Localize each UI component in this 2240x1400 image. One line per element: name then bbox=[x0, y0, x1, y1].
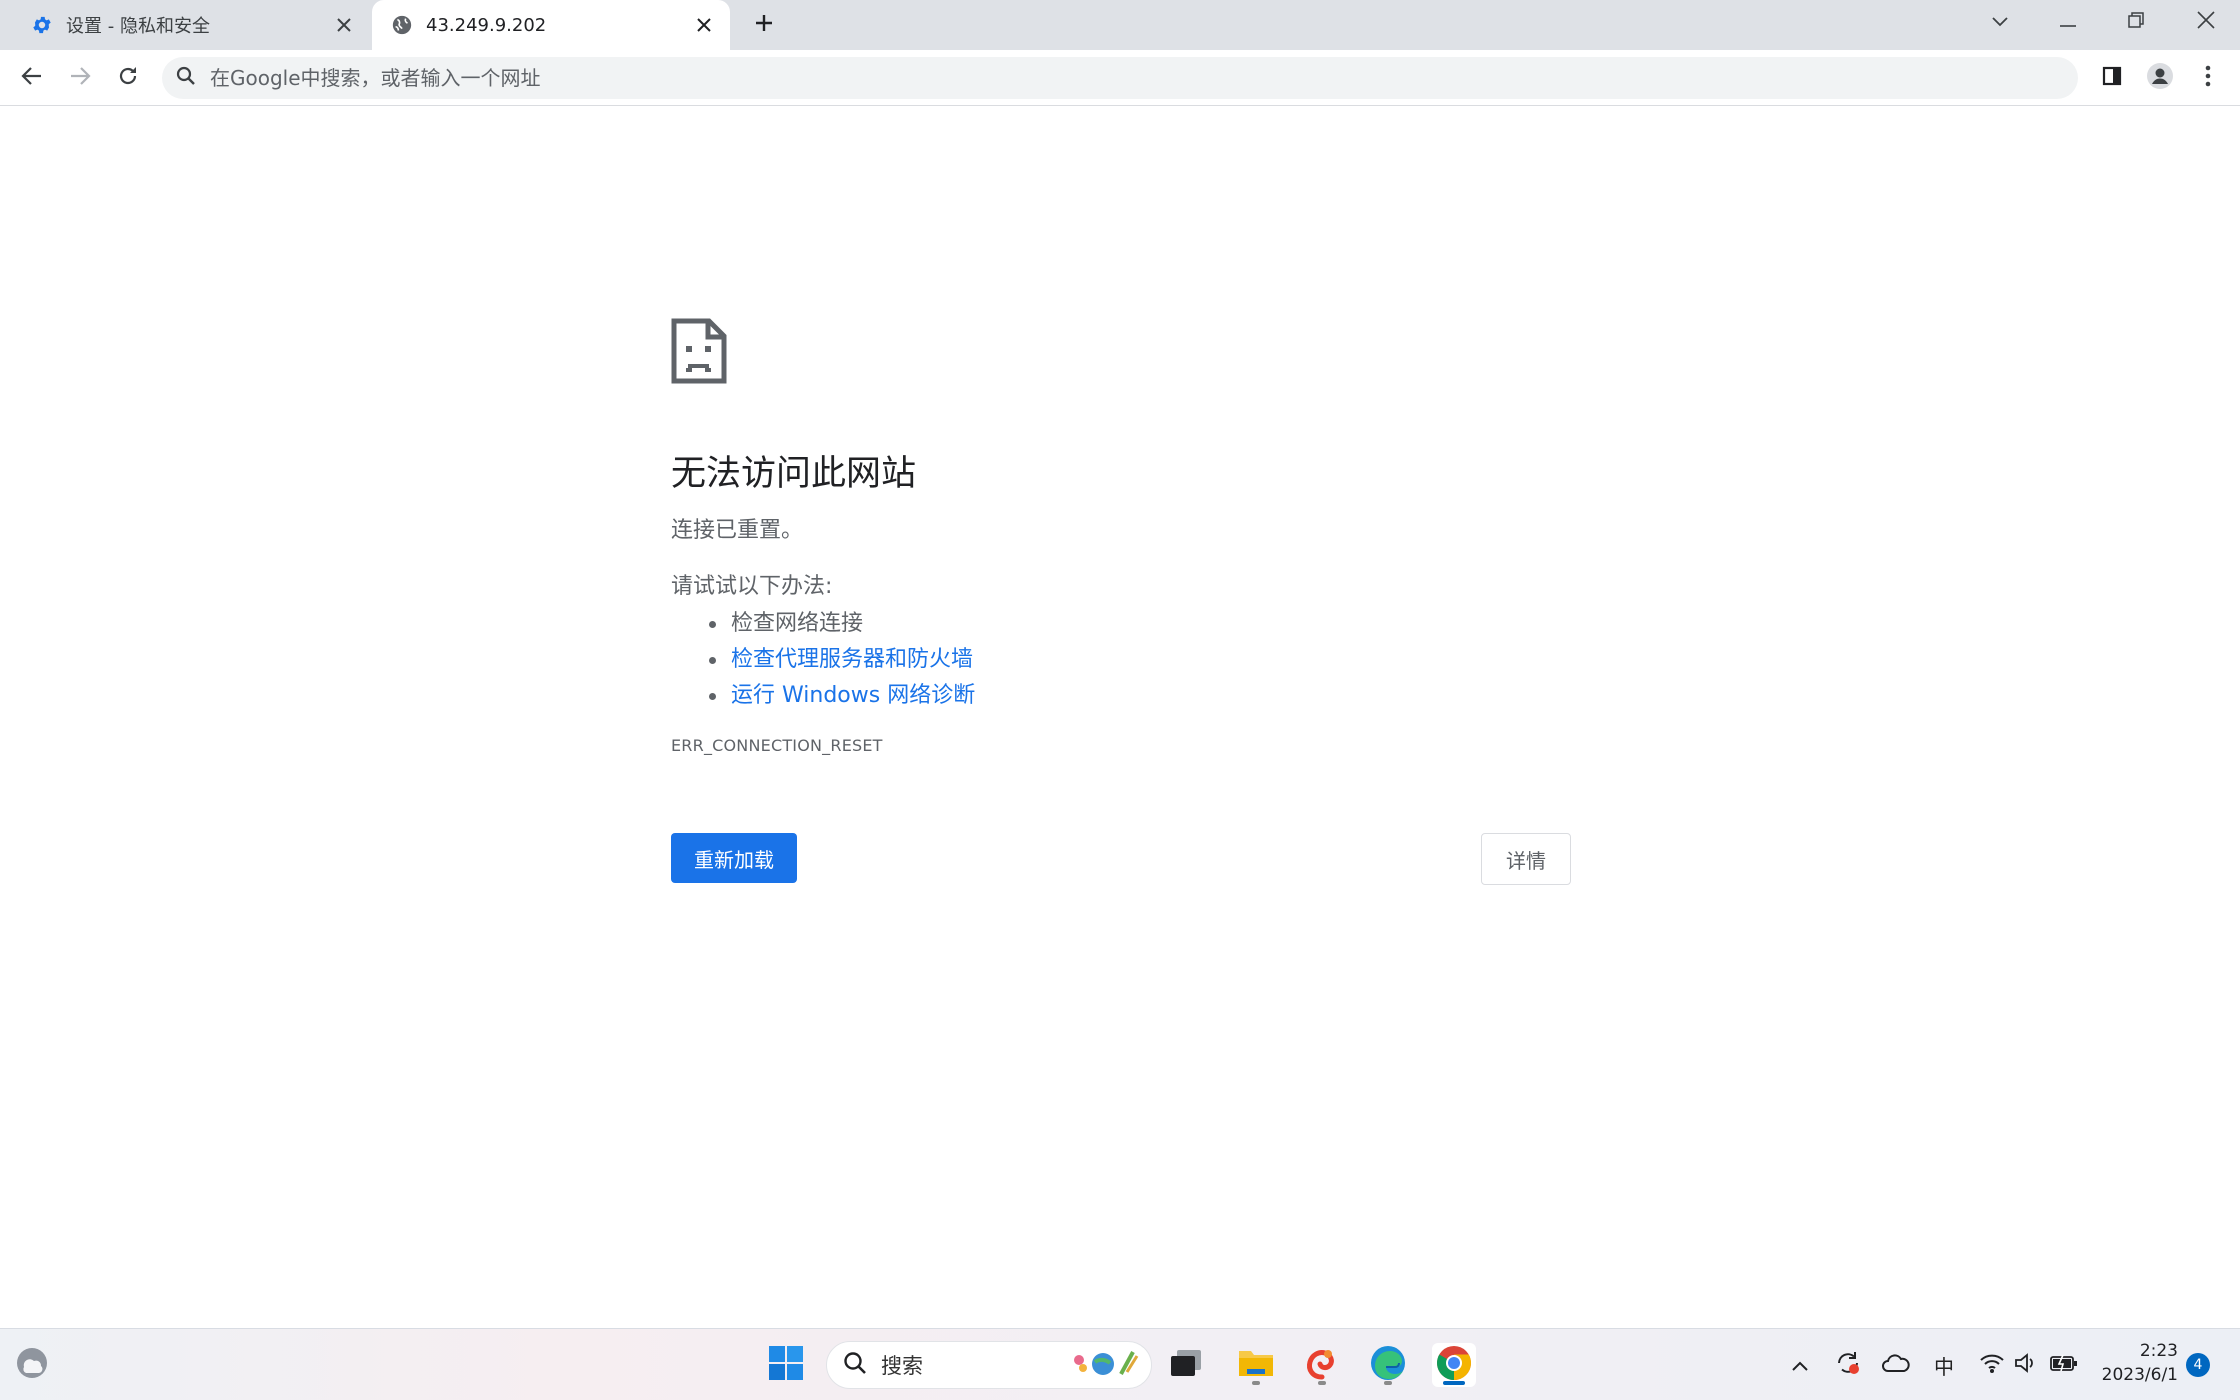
reload-button[interactable] bbox=[110, 60, 146, 96]
edge-icon bbox=[1369, 1344, 1407, 1386]
error-buttons: 重新加载 详情 bbox=[671, 833, 1571, 885]
profile-button[interactable] bbox=[2142, 60, 2178, 96]
wifi-tray-button[interactable] bbox=[1976, 1349, 2008, 1381]
arrow-right-icon bbox=[69, 65, 91, 91]
error-title: 无法访问此网站 bbox=[671, 454, 917, 494]
avatar-icon bbox=[2146, 62, 2174, 94]
menu-button[interactable] bbox=[2190, 60, 2226, 96]
swirl-app-icon bbox=[1304, 1345, 1340, 1385]
minimize-button[interactable] bbox=[2046, 4, 2090, 40]
sync-icon bbox=[1835, 1350, 1861, 1381]
suggestion-item: 运行 Windows 网络诊断 bbox=[709, 678, 1571, 714]
windows-logo-icon bbox=[768, 1345, 804, 1385]
speaker-icon bbox=[2014, 1352, 2038, 1379]
edge-button[interactable] bbox=[1366, 1343, 1410, 1387]
details-button[interactable]: 详情 bbox=[1481, 833, 1571, 885]
side-panel-icon bbox=[2102, 66, 2122, 90]
search-label: 搜索 bbox=[881, 1354, 923, 1378]
volume-tray-button[interactable] bbox=[2010, 1349, 2042, 1381]
chrome-button[interactable] bbox=[1432, 1343, 1476, 1387]
side-panel-button[interactable] bbox=[2094, 60, 2130, 96]
clock-date: 2023/6/1 bbox=[2101, 1365, 2178, 1385]
task-view-icon bbox=[1169, 1348, 1203, 1382]
plus-icon bbox=[754, 13, 774, 37]
forward-button[interactable] bbox=[62, 60, 98, 96]
search-icon bbox=[843, 1351, 867, 1379]
tab-title: 43.249.9.202 bbox=[426, 14, 547, 36]
chevron-up-icon bbox=[1791, 1353, 1809, 1377]
folder-icon bbox=[1237, 1347, 1275, 1383]
onedrive-tray-button[interactable] bbox=[1880, 1349, 1912, 1381]
task-view-button[interactable] bbox=[1164, 1343, 1208, 1387]
error-code: ERR_CONNECTION_RESET bbox=[671, 736, 883, 755]
notification-badge[interactable]: 4 bbox=[2186, 1353, 2210, 1377]
address-bar[interactable] bbox=[162, 57, 2078, 99]
reload-page-button[interactable]: 重新加载 bbox=[671, 833, 797, 883]
search-highlight-icon bbox=[1069, 1346, 1141, 1384]
chevron-down-icon bbox=[1991, 13, 2009, 32]
ime-label: 中 bbox=[1934, 1354, 1954, 1379]
tab-current-site[interactable]: 43.249.9.202 bbox=[372, 0, 730, 50]
tab-title: 设置 - 隐私和安全 bbox=[66, 16, 210, 37]
tab-search-button[interactable] bbox=[1978, 4, 2022, 40]
suggestion-check-proxy-link[interactable]: 检查代理服务器和防火墙 bbox=[731, 647, 973, 672]
arrow-left-icon bbox=[21, 65, 43, 91]
tab-settings[interactable]: 设置 - 隐私和安全 bbox=[0, 0, 370, 50]
suggestion-item: 检查网络连接 bbox=[709, 606, 1571, 642]
error-description: 连接已重置。 bbox=[671, 518, 804, 543]
clock[interactable]: 2:23 2023/6/1 bbox=[2088, 1339, 2178, 1387]
restore-icon bbox=[2128, 12, 2144, 32]
battery-tray-button[interactable] bbox=[2048, 1349, 2080, 1381]
widgets-button[interactable] bbox=[10, 1343, 54, 1387]
minimize-icon bbox=[2060, 13, 2076, 32]
omnibox-input[interactable] bbox=[210, 66, 1910, 90]
close-icon bbox=[2197, 11, 2215, 33]
error-page: 无法访问此网站 连接已重置。 请试试以下办法: 检查网络连接 检查代理服务器和防… bbox=[671, 318, 1571, 885]
sad-page-icon bbox=[671, 318, 729, 388]
start-button[interactable] bbox=[764, 1343, 808, 1387]
file-explorer-button[interactable] bbox=[1234, 1343, 1278, 1387]
browser-toolbar bbox=[0, 50, 2240, 106]
running-indicator bbox=[1384, 1381, 1392, 1385]
suggestion-item: 检查代理服务器和防火墙 bbox=[709, 642, 1571, 678]
running-indicator bbox=[1318, 1381, 1326, 1385]
close-window-button[interactable] bbox=[2184, 4, 2228, 40]
more-vert-icon bbox=[2205, 65, 2211, 91]
search-icon bbox=[176, 66, 196, 90]
taskbar: 搜索 中 2:23 2023/6/1 4 bbox=[0, 1328, 2240, 1400]
globe-icon bbox=[390, 13, 414, 37]
app-button-red[interactable] bbox=[1300, 1343, 1344, 1387]
wifi-icon bbox=[1979, 1352, 2005, 1379]
restore-button[interactable] bbox=[2114, 4, 2158, 40]
running-indicator bbox=[1252, 1381, 1260, 1385]
suggestion-check-network: 检查网络连接 bbox=[731, 611, 864, 636]
tab-strip: 设置 - 隐私和安全 43.249.9.202 bbox=[0, 0, 2240, 50]
battery-charging-icon bbox=[2050, 1353, 2078, 1377]
try-label: 请试试以下办法: bbox=[671, 574, 833, 599]
clock-time: 2:23 bbox=[2139, 1341, 2178, 1361]
new-tab-button[interactable] bbox=[748, 9, 780, 41]
chrome-icon bbox=[1436, 1345, 1472, 1385]
suggestion-windows-diagnostics-link[interactable]: 运行 Windows 网络诊断 bbox=[731, 683, 975, 708]
show-hidden-icons-button[interactable] bbox=[1784, 1349, 1816, 1381]
close-icon[interactable] bbox=[688, 9, 720, 41]
cloud-icon bbox=[1882, 1353, 1910, 1378]
ime-indicator[interactable]: 中 bbox=[1928, 1349, 1960, 1381]
active-indicator bbox=[1443, 1381, 1465, 1385]
weather-icon bbox=[14, 1345, 50, 1385]
back-button[interactable] bbox=[14, 60, 50, 96]
gear-icon bbox=[30, 13, 54, 37]
sync-tray-button[interactable] bbox=[1832, 1349, 1864, 1381]
reload-icon bbox=[117, 65, 139, 91]
taskbar-search[interactable]: 搜索 bbox=[826, 1341, 1152, 1389]
close-icon[interactable] bbox=[328, 9, 360, 41]
suggestion-list: 检查网络连接 检查代理服务器和防火墙 运行 Windows 网络诊断 bbox=[671, 606, 1571, 714]
